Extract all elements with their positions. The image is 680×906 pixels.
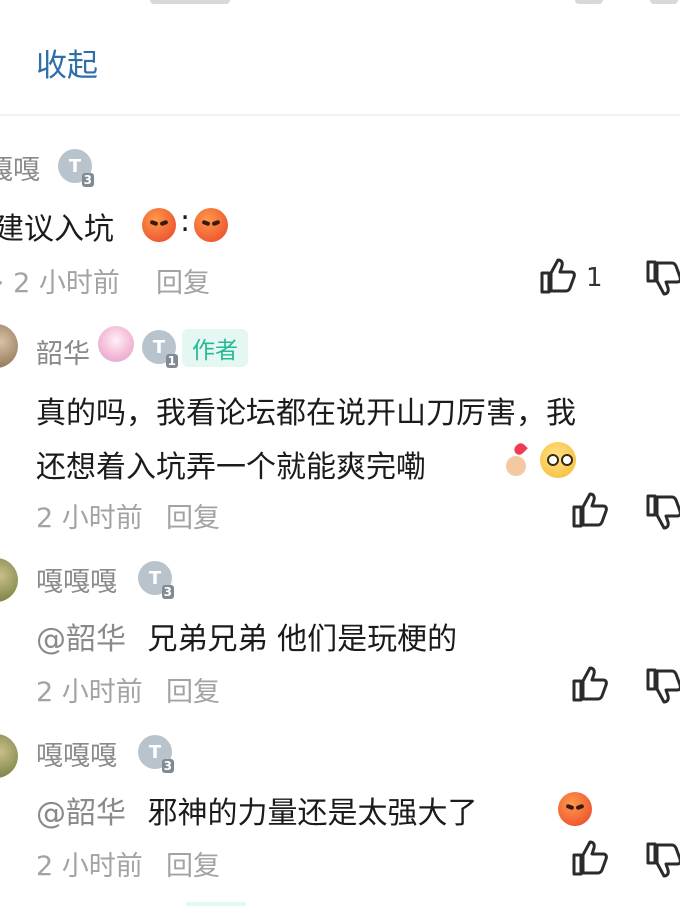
collapse-link[interactable]: 收起 <box>36 40 98 85</box>
reply-text-line: 真的吗，我看论坛都在说开山刀厉害，我 <box>36 396 576 431</box>
next-item-residue <box>186 902 246 906</box>
thumbs-down-icon[interactable] <box>644 492 680 532</box>
mention-link[interactable]: @韶华 <box>36 622 126 657</box>
comment-time: · 2 小时前 <box>0 268 120 299</box>
finger-heart-emoji <box>500 441 534 478</box>
level-badge-icon: T3 <box>138 735 174 773</box>
reply-button[interactable]: 回复 <box>166 496 220 535</box>
reply-text: @韶华 邪神的力量还是太强大了 <box>36 788 478 832</box>
cutoff-row <box>0 0 680 8</box>
thumbs-down-icon[interactable] <box>644 666 680 706</box>
reply-username[interactable]: 嘎嘎嘎 <box>36 734 117 773</box>
thumbs-up-icon[interactable] <box>570 490 610 530</box>
decoration-avatar-icon <box>98 326 134 362</box>
angry-face-emoji <box>142 208 176 242</box>
mention-link[interactable]: @韶华 <box>36 796 126 831</box>
reply-time: 2 小时前 <box>36 677 143 708</box>
reply-button[interactable]: 回复 <box>156 261 210 300</box>
avatar[interactable] <box>0 734 18 778</box>
comment-body[interactable]: 建议入坑 <box>0 204 114 248</box>
level-badge-icon: T3 <box>138 561 174 599</box>
thumbs-down-icon[interactable] <box>644 840 680 880</box>
reply-text-content: 兄弟兄弟 他们是玩梗的 <box>147 622 458 657</box>
thumbs-down-icon[interactable] <box>644 258 680 298</box>
avatar[interactable] <box>0 558 18 602</box>
thumbs-up-icon[interactable] <box>538 256 578 296</box>
angry-face-emoji <box>194 208 228 242</box>
shocked-face-emoji <box>540 442 576 478</box>
reply-text-line: 还想着入坑弄一个就能爽完嘞 <box>36 450 426 485</box>
level-badge-icon: T1 <box>142 330 178 368</box>
reply-time: 2 小时前 <box>36 851 143 882</box>
reply-button[interactable]: 回复 <box>166 844 220 883</box>
comment-username[interactable]: 嘎嘎 <box>0 148 40 187</box>
level-badge-icon: T3 <box>58 149 94 187</box>
angry-face-emoji <box>558 792 592 826</box>
reply-username[interactable]: 嘎嘎嘎 <box>36 560 117 599</box>
reply-time: 2 小时前 <box>36 503 143 534</box>
reply-button[interactable]: 回复 <box>166 670 220 709</box>
author-tag: 作者 <box>182 329 248 367</box>
reply-text-content: 邪神的力量还是太强大了 <box>147 796 478 831</box>
comment-text-sep: : <box>180 204 191 239</box>
comment-text: 建议入坑 <box>0 212 114 247</box>
reply-username[interactable]: 韶华 <box>36 332 90 371</box>
reply-text: @韶华 兄弟兄弟 他们是玩梗的 <box>36 614 457 658</box>
avatar[interactable] <box>0 324 18 368</box>
thumbs-up-icon[interactable] <box>570 664 610 704</box>
section-divider <box>0 114 680 116</box>
like-count: 1 <box>586 263 603 293</box>
thumbs-up-icon[interactable] <box>570 838 610 878</box>
